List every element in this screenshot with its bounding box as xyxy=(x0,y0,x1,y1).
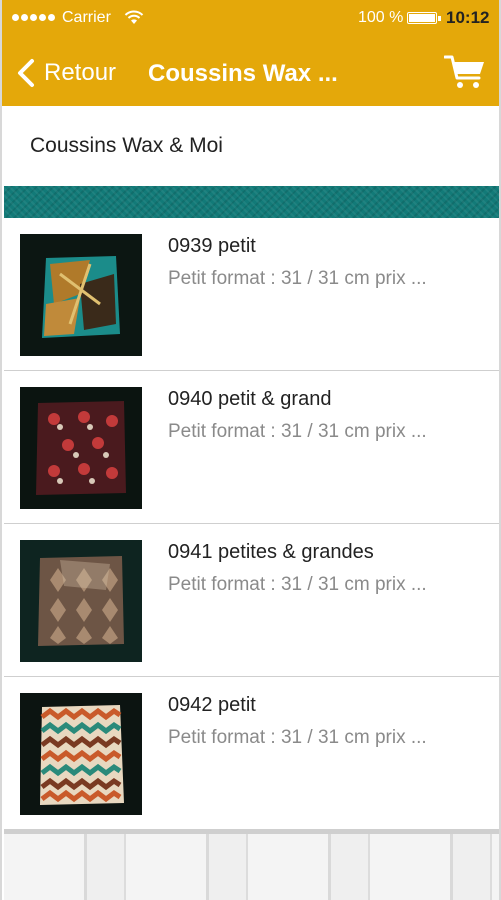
list-item[interactable]: 0939 petit Petit format : 31 / 31 cm pri… xyxy=(4,218,499,371)
status-bar: Carrier 100 % 10:12 xyxy=(2,0,499,38)
product-list: 0939 petit Petit format : 31 / 31 cm pri… xyxy=(4,218,499,830)
product-title: 0940 petit & grand xyxy=(168,388,332,410)
navigation-bar: Carrier 100 % 10:12 Retour Coussins Wax … xyxy=(2,0,499,106)
chevron-left-icon xyxy=(18,59,34,87)
product-description: Petit format : 31 / 31 cm prix ... xyxy=(168,421,427,442)
list-item[interactable]: 0940 petit & grand Petit format : 31 / 3… xyxy=(4,371,499,524)
page-title: Coussins Wax ... xyxy=(148,60,338,87)
bottom-background xyxy=(4,830,499,900)
carrier-label: Carrier xyxy=(62,9,111,26)
cart-icon[interactable] xyxy=(444,54,486,90)
wifi-icon xyxy=(124,10,144,24)
product-thumbnail xyxy=(20,693,142,815)
back-button[interactable]: Retour xyxy=(16,56,116,90)
shop-name: Coussins Wax & Moi xyxy=(30,134,223,157)
list-item[interactable]: 0942 petit Petit format : 31 / 31 cm pri… xyxy=(4,677,499,830)
list-item[interactable]: 0941 petites & grandes Petit format : 31… xyxy=(4,524,499,677)
product-title: 0941 petites & grandes xyxy=(168,541,374,563)
product-thumbnail xyxy=(20,540,142,662)
product-description: Petit format : 31 / 31 cm prix ... xyxy=(168,727,427,748)
product-title: 0939 petit xyxy=(168,235,256,257)
app-screen: Carrier 100 % 10:12 Retour Coussins Wax … xyxy=(0,0,501,900)
product-thumbnail xyxy=(20,234,142,356)
battery-icon xyxy=(407,12,441,24)
fabric-banner xyxy=(4,186,499,218)
product-description: Petit format : 31 / 31 cm prix ... xyxy=(168,268,427,289)
shop-header: Coussins Wax & Moi xyxy=(4,106,499,186)
product-title: 0942 petit xyxy=(168,694,256,716)
signal-strength-icon xyxy=(12,14,55,21)
battery-percent: 100 % xyxy=(358,9,404,26)
clock: 10:12 xyxy=(446,8,490,27)
product-thumbnail xyxy=(20,387,142,509)
back-label: Retour xyxy=(44,59,117,86)
product-description: Petit format : 31 / 31 cm prix ... xyxy=(168,574,427,595)
